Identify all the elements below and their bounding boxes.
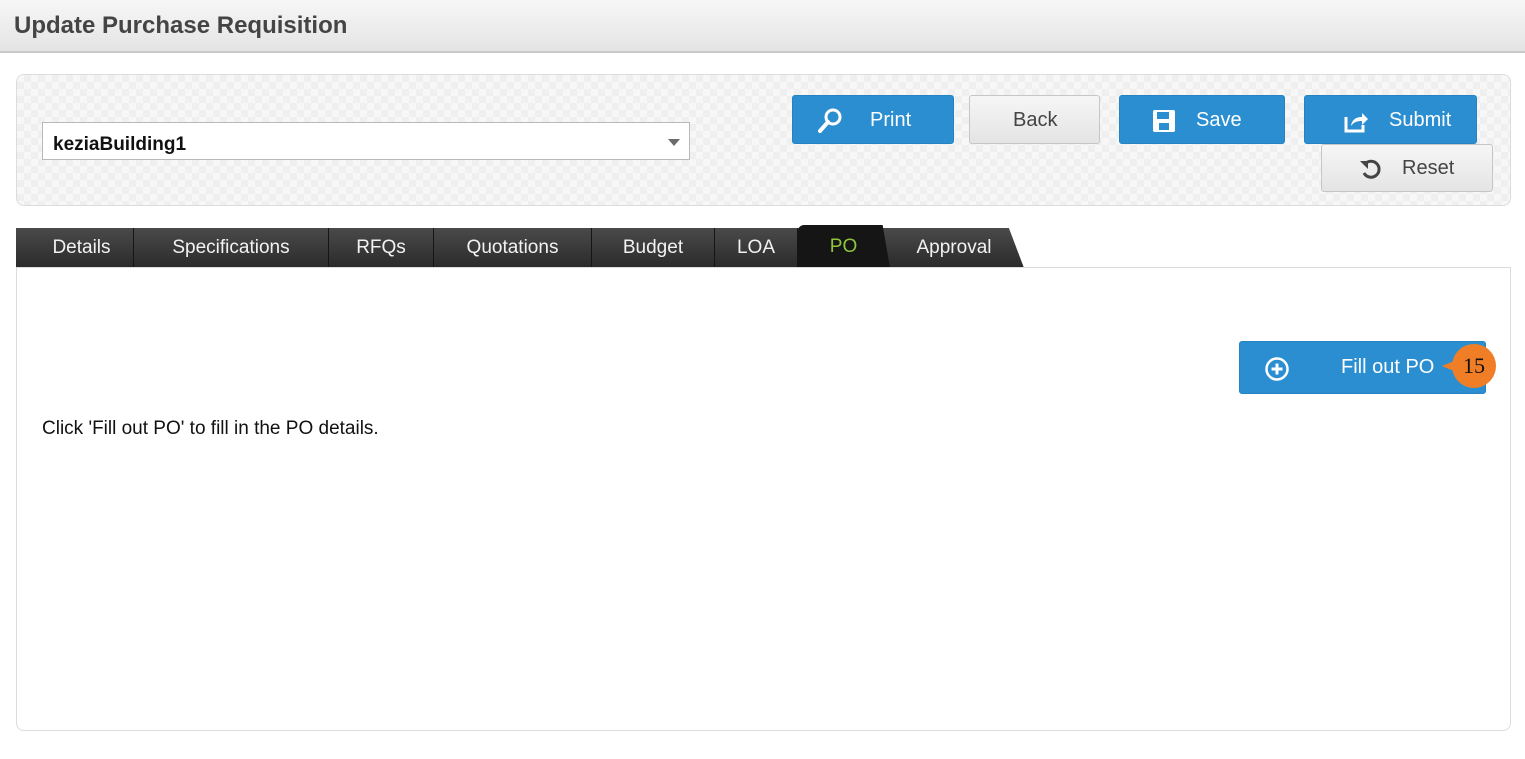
fill-out-po-label: Fill out PO xyxy=(1341,356,1435,378)
search-icon xyxy=(818,108,842,133)
print-button-label: Print xyxy=(870,109,912,131)
page-title: Update Purchase Requisition xyxy=(14,12,348,39)
submit-button-label: Submit xyxy=(1389,109,1452,131)
tab-rfqs[interactable]: RFQs xyxy=(329,228,434,268)
floppy-disk-icon xyxy=(1153,110,1175,132)
reset-button-label: Reset xyxy=(1402,157,1455,179)
tab-details-label: Details xyxy=(52,237,111,258)
tab-budget-label: Budget xyxy=(622,237,684,258)
building-select[interactable]: keziaBuilding1 xyxy=(42,122,690,160)
tab-approval-label: Approval xyxy=(916,237,992,258)
page-header: Update Purchase Requisition xyxy=(0,0,1525,53)
po-instruction-text: Click 'Fill out PO' to fill in the PO de… xyxy=(42,418,379,439)
step-badge: 15 xyxy=(1452,344,1496,388)
tab-approval[interactable]: Approval xyxy=(896,228,1012,268)
print-button[interactable]: Print xyxy=(792,95,954,144)
po-panel xyxy=(16,267,1511,731)
share-icon xyxy=(1344,113,1368,133)
step-badge-number: 15 xyxy=(1463,353,1485,378)
tab-specifications-label: Specifications xyxy=(172,237,290,258)
back-button-label: Back xyxy=(1013,109,1058,131)
back-button[interactable]: Back xyxy=(969,95,1100,144)
plus-circle-icon xyxy=(1265,357,1289,381)
tab-details[interactable]: Details xyxy=(30,228,134,268)
tab-quotations[interactable]: Quotations xyxy=(434,228,592,268)
tab-rfqs-label: RFQs xyxy=(356,237,406,258)
building-select-value: keziaBuilding1 xyxy=(53,134,187,155)
tab-po[interactable]: PO xyxy=(798,225,890,268)
save-button[interactable]: Save xyxy=(1119,95,1285,144)
tab-loa[interactable]: LOA xyxy=(715,228,798,268)
tab-loa-label: LOA xyxy=(736,237,776,258)
undo-icon xyxy=(1360,159,1381,179)
chevron-down-icon xyxy=(668,139,680,146)
tab-budget[interactable]: Budget xyxy=(592,228,715,268)
tab-specifications[interactable]: Specifications xyxy=(134,228,329,268)
tab-po-label: PO xyxy=(829,236,858,257)
submit-button[interactable]: Submit xyxy=(1304,95,1477,144)
save-button-label: Save xyxy=(1196,109,1242,131)
tab-quotations-label: Quotations xyxy=(466,237,559,258)
reset-button[interactable]: Reset xyxy=(1321,144,1493,192)
